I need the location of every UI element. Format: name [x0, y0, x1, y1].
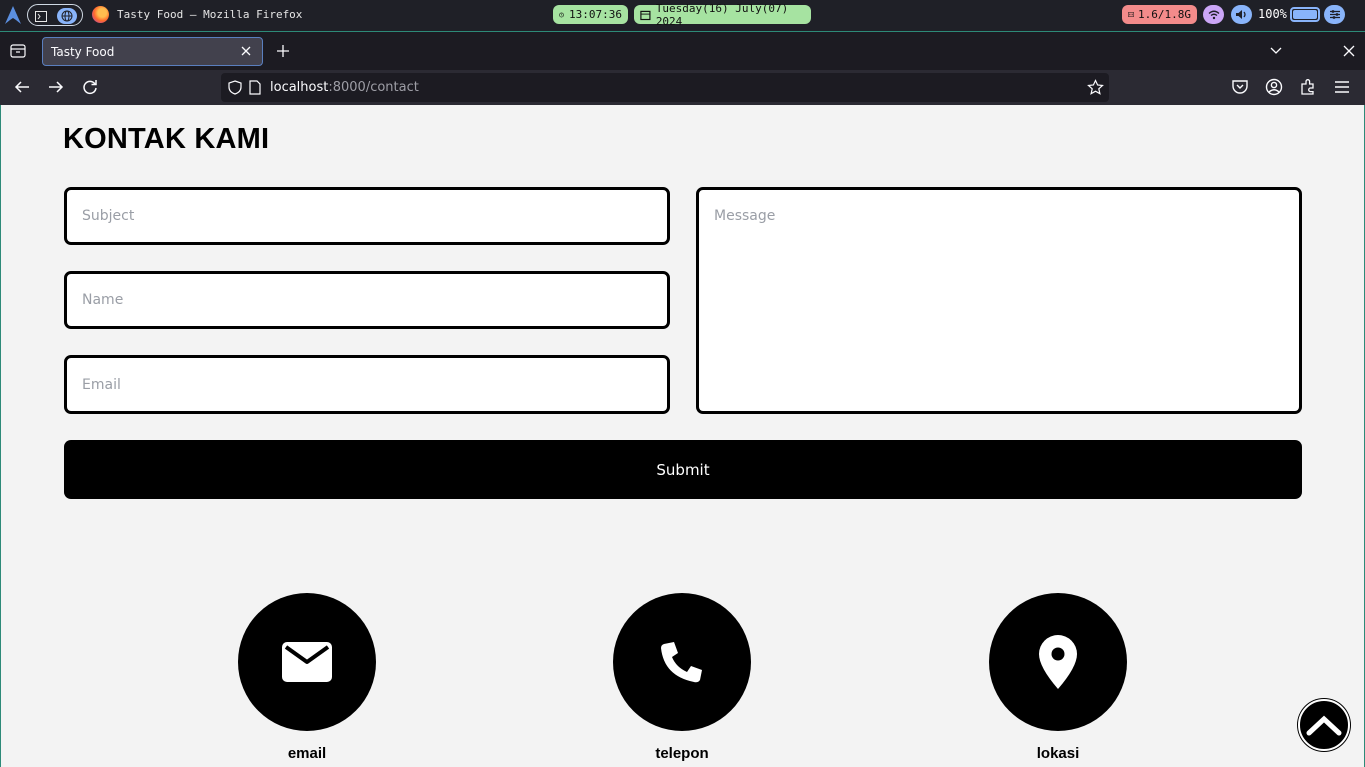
calendar-icon — [640, 10, 651, 20]
chevron-down-icon[interactable] — [1269, 45, 1283, 57]
date-widget[interactable]: Tuesday(16) July(07) 2024 — [634, 2, 811, 28]
memory-widget[interactable]: 1.6/1.8G — [1122, 5, 1197, 24]
browser-tab-strip: Tasty Food — [0, 31, 1365, 70]
clock-text: 13:07:36 — [569, 8, 622, 21]
contact-email: email — [238, 593, 376, 762]
firefox-view-icon[interactable] — [10, 44, 26, 58]
memory-text: 1.6/1.8G — [1138, 8, 1191, 21]
wifi-icon[interactable] — [1203, 5, 1224, 24]
battery-icon — [1290, 7, 1320, 22]
date-text: Tuesday(16) July(07) 2024 — [655, 1, 789, 28]
shield-icon[interactable] — [228, 80, 242, 95]
extensions-icon[interactable] — [1299, 78, 1317, 96]
address-bar[interactable]: localhost:8000/contact — [221, 73, 1109, 102]
subject-input[interactable] — [64, 187, 670, 245]
location-circle[interactable] — [989, 593, 1127, 731]
account-icon[interactable] — [1265, 78, 1283, 96]
page-title: KONTAK KAMI — [63, 123, 270, 155]
tab-title: Tasty Food — [51, 45, 115, 59]
name-input[interactable] — [64, 271, 670, 329]
clock-icon — [559, 12, 564, 17]
envelope-icon — [282, 642, 332, 682]
message-textarea[interactable] — [696, 187, 1302, 414]
url-text[interactable]: localhost:8000/contact — [270, 80, 419, 95]
workspace-switcher — [27, 4, 83, 26]
new-tab-plus-icon[interactable] — [275, 43, 291, 59]
bookmark-star-icon[interactable] — [1087, 79, 1104, 96]
browser-nav-bar: localhost:8000/contact — [0, 70, 1365, 105]
clock-widget[interactable]: 13:07:36 — [553, 5, 628, 24]
tab-tasty-food[interactable]: Tasty Food — [42, 37, 263, 66]
globe-workspace-icon[interactable] — [57, 8, 77, 24]
contact-phone: telepon — [613, 593, 751, 762]
window-title: Tasty Food — Mozilla Firefox — [117, 8, 303, 21]
pocket-icon[interactable] — [1231, 78, 1249, 96]
email-circle[interactable] — [238, 593, 376, 731]
reload-icon[interactable] — [81, 78, 99, 96]
volume-icon[interactable] — [1231, 5, 1252, 24]
volume-level: 100% — [1258, 7, 1287, 21]
hamburger-menu-icon[interactable] — [1333, 78, 1351, 96]
forward-arrow-icon[interactable] — [47, 78, 65, 96]
system-bar: Tasty Food — Mozilla Firefox 13:07:36 Tu… — [0, 0, 1365, 31]
phone-icon — [661, 642, 702, 683]
contact-email-label: email — [287, 745, 327, 762]
firefox-icon — [92, 6, 109, 23]
scroll-to-top-button[interactable] — [1298, 699, 1350, 751]
arch-logo-icon[interactable] — [4, 5, 22, 25]
page-content: KONTAK KAMI Submit email telepon loka — [0, 105, 1365, 767]
close-tab-icon[interactable] — [240, 45, 252, 57]
chevron-up-icon — [1306, 715, 1342, 736]
contact-location: lokasi — [989, 593, 1127, 762]
contact-location-label: lokasi — [1036, 745, 1080, 762]
back-arrow-icon[interactable] — [13, 78, 31, 96]
page-icon[interactable] — [249, 80, 261, 95]
phone-circle[interactable] — [613, 593, 751, 731]
location-pin-icon — [1039, 635, 1077, 689]
contact-phone-label: telepon — [655, 745, 709, 762]
memory-icon — [1128, 12, 1135, 17]
terminal-workspace-icon[interactable] — [31, 8, 51, 24]
email-input[interactable] — [64, 355, 670, 414]
submit-button[interactable]: Submit — [64, 440, 1302, 499]
window-close-icon[interactable] — [1342, 44, 1356, 58]
settings-sliders-icon[interactable] — [1324, 5, 1345, 24]
